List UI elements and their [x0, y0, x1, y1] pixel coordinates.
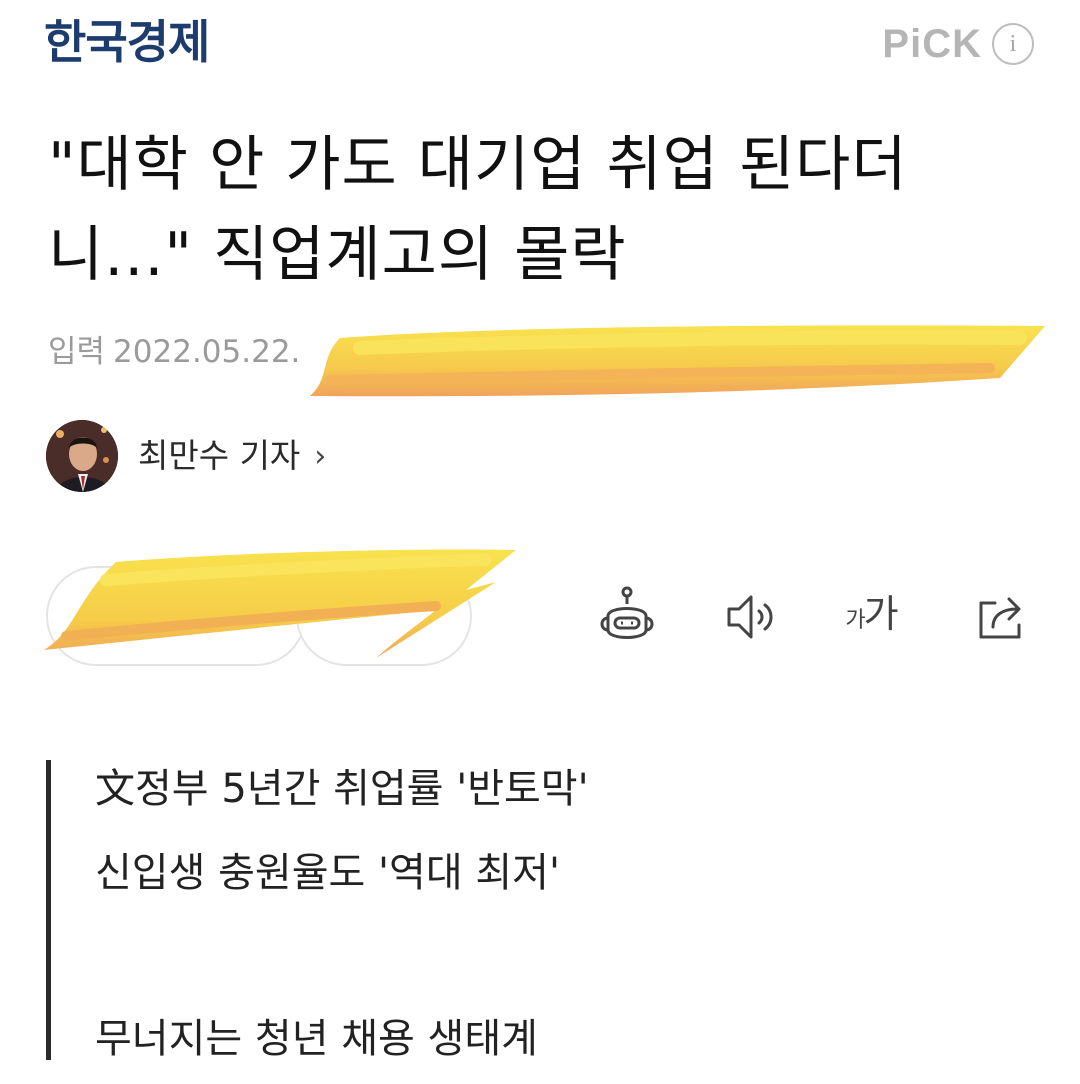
speaker-icon[interactable] — [716, 582, 786, 652]
summary-line: 무너지는 청년 채용 생태계 — [95, 1016, 538, 1062]
author-link[interactable]: 최만수 기자 › — [46, 420, 326, 492]
article-headline: "대학 안 가도 대기업 취업 된다더니..." 직업계고의 몰락 — [48, 130, 908, 290]
date-value: 2022.05.22. — [113, 334, 301, 370]
redaction-scribble — [310, 325, 1045, 397]
author-name: 최만수 기자 — [138, 436, 301, 475]
info-icon[interactable]: i — [992, 23, 1034, 65]
author-avatar — [46, 420, 118, 492]
font-large-label: 가 — [863, 591, 899, 636]
article-dateline: 입력 2022.05.22. — [48, 332, 300, 372]
summary-line: 신입생 충원율도 '역대 최저' — [95, 850, 560, 896]
robot-icon[interactable] — [592, 582, 662, 652]
article-summary: 文정부 5년간 취업률 '반토막' 신입생 충원율도 '역대 최저' 무너지는 … — [46, 760, 1026, 1062]
font-small-label: 가 — [845, 607, 865, 633]
publisher-logo[interactable]: 한국경제 — [44, 14, 210, 70]
share-icon[interactable] — [966, 582, 1036, 652]
font-size-icon[interactable]: 가가 — [836, 582, 906, 652]
chevron-right-icon: › — [314, 438, 327, 474]
redaction-scribble — [44, 549, 516, 658]
summary-line: 文정부 5년간 취업률 '반토막' — [95, 766, 589, 812]
pick-badge[interactable]: PiCK i — [882, 22, 1034, 66]
pick-label: PiCK — [882, 22, 982, 66]
date-label: 입력 — [48, 334, 106, 370]
